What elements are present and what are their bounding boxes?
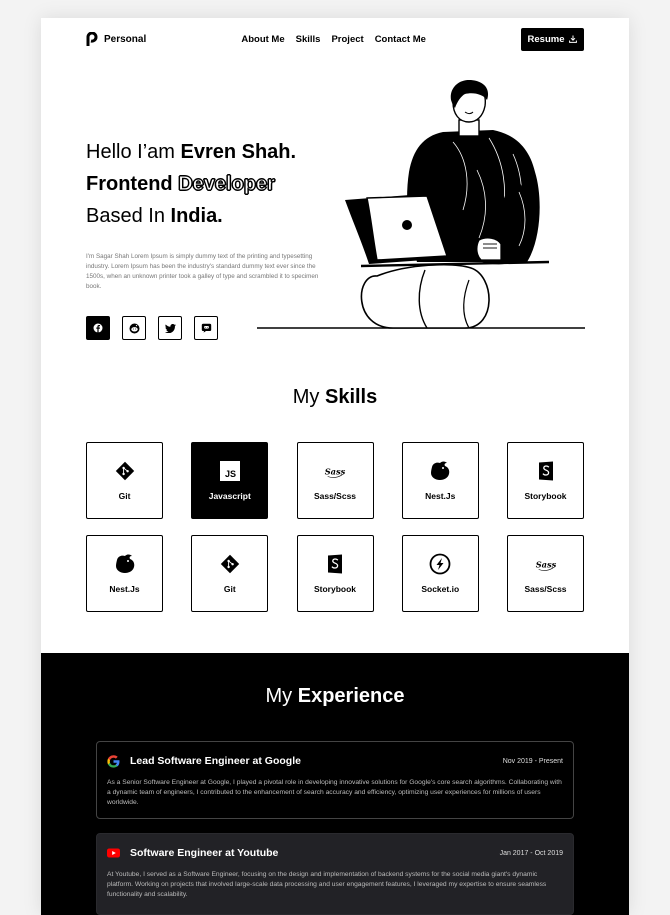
facebook-button[interactable] <box>86 316 110 340</box>
socketio-icon <box>429 553 451 575</box>
sass-icon: Sass <box>324 460 346 482</box>
skills-title: My Skills <box>41 386 629 409</box>
experience-title-prefix: My <box>265 685 293 707</box>
social-links <box>86 316 218 340</box>
experience-description: As a Senior Software Engineer at Google,… <box>107 779 562 806</box>
skill-label: Git <box>223 584 236 594</box>
skill-card-storybook[interactable]: Storybook <box>507 442 584 519</box>
skill-card-git[interactable]: Git <box>86 442 163 519</box>
logo-icon <box>86 31 98 46</box>
skill-label: Git <box>118 491 131 501</box>
experience-role-title: Software Engineer at Youtube <box>130 847 279 859</box>
experience-card-youtube[interactable]: Software Engineer at Youtube Jan 2017 - … <box>96 833 574 915</box>
resume-button[interactable]: Resume <box>521 27 584 51</box>
discord-icon <box>201 323 211 333</box>
experience-role: Software Engineer at Youtube <box>107 847 278 859</box>
nav-about-link[interactable]: About Me <box>241 34 284 45</box>
sass-icon: Sass <box>535 553 557 575</box>
nestjs-icon <box>114 553 136 575</box>
hero-based-in: Based In <box>86 205 165 227</box>
facebook-icon <box>93 323 103 333</box>
git-icon <box>114 460 136 482</box>
discord-button[interactable] <box>194 316 218 340</box>
skill-card-storybook[interactable]: Storybook <box>296 535 374 612</box>
sass-mark-text: Sass <box>325 467 346 477</box>
skill-label: Nest.Js <box>109 584 140 594</box>
experience-card-header: Lead Software Engineer at Google Nov 201… <box>107 752 563 770</box>
experience-title-bold: Experience <box>297 685 405 707</box>
nav-contact-link[interactable]: Contact Me <box>375 34 426 45</box>
brand[interactable]: Personal <box>86 31 147 47</box>
skill-card-sass[interactable]: Sass Sass/Scss <box>296 442 374 519</box>
google-icon <box>107 754 120 768</box>
experience-role-title: Lead Software Engineer at Google <box>130 755 301 767</box>
skill-label: Socket.io <box>421 584 460 594</box>
portfolio-page: Personal About Me Skills Project Contact… <box>41 18 629 915</box>
skill-label: Sass/Scss <box>524 584 567 594</box>
skill-card-sass[interactable]: Sass Sass/Scss <box>507 535 584 612</box>
skill-label: Nest.Js <box>425 491 456 501</box>
resume-label: Resume <box>527 33 565 45</box>
experience-title: My Experience <box>41 685 629 708</box>
skill-card-socketio[interactable]: Socket.io <box>401 535 479 612</box>
skill-label: Storybook <box>313 584 357 594</box>
skill-card-javascript[interactable]: JS Javascript <box>191 442 269 519</box>
hero-location: India. <box>170 205 223 227</box>
hero-role: Frontend <box>86 173 173 195</box>
experience-date: Nov 2019 - Present <box>502 757 563 765</box>
experience-role: Lead Software Engineer at Google <box>107 754 301 768</box>
experience-card-header: Software Engineer at Youtube Jan 2017 - … <box>107 844 563 862</box>
hero-greeting: Hello I’am <box>86 141 175 163</box>
nav-skills-link[interactable]: Skills <box>296 34 321 45</box>
experience-description: At Youtube, I served as a Software Engin… <box>107 871 547 898</box>
skill-card-git[interactable]: Git <box>191 535 269 612</box>
twitter-button[interactable] <box>158 316 182 340</box>
developer-illustration <box>257 80 585 329</box>
nav-project-link[interactable]: Project <box>331 34 363 45</box>
sass-mark-text: Sass <box>535 560 556 570</box>
reddit-icon <box>129 323 139 333</box>
brand-name: Personal <box>104 33 147 45</box>
storybook-icon <box>324 553 346 575</box>
experience-section: My Experience Lead Software Engineer at … <box>41 653 629 915</box>
top-nav: Personal About Me Skills Project Contact… <box>86 27 584 51</box>
storybook-icon <box>535 460 557 482</box>
skill-card-nestjs[interactable]: Nest.Js <box>401 442 479 519</box>
skills-title-prefix: My <box>292 386 320 408</box>
skill-label: Storybook <box>524 491 567 501</box>
reddit-button[interactable] <box>122 316 146 340</box>
skill-card-nestjs[interactable]: Nest.Js <box>86 535 163 612</box>
experience-date: Jan 2017 - Oct 2019 <box>499 849 563 857</box>
skill-label: Javascript <box>208 491 251 501</box>
skills-title-bold: Skills <box>324 386 378 408</box>
js-badge-text: JS <box>225 469 236 479</box>
twitter-icon <box>164 323 176 333</box>
nestjs-icon <box>429 460 451 482</box>
download-icon <box>569 35 578 43</box>
skill-label: Sass/Scss <box>313 491 357 501</box>
experience-card-google[interactable]: Lead Software Engineer at Google Nov 201… <box>96 741 574 819</box>
youtube-icon <box>107 848 120 858</box>
javascript-icon: JS <box>219 460 241 482</box>
git-icon <box>219 553 241 575</box>
nav-menu: About Me Skills Project Contact Me <box>241 34 426 45</box>
skills-grid: Git JS Javascript Sass Sass/Scss Nest.Js <box>86 442 584 612</box>
